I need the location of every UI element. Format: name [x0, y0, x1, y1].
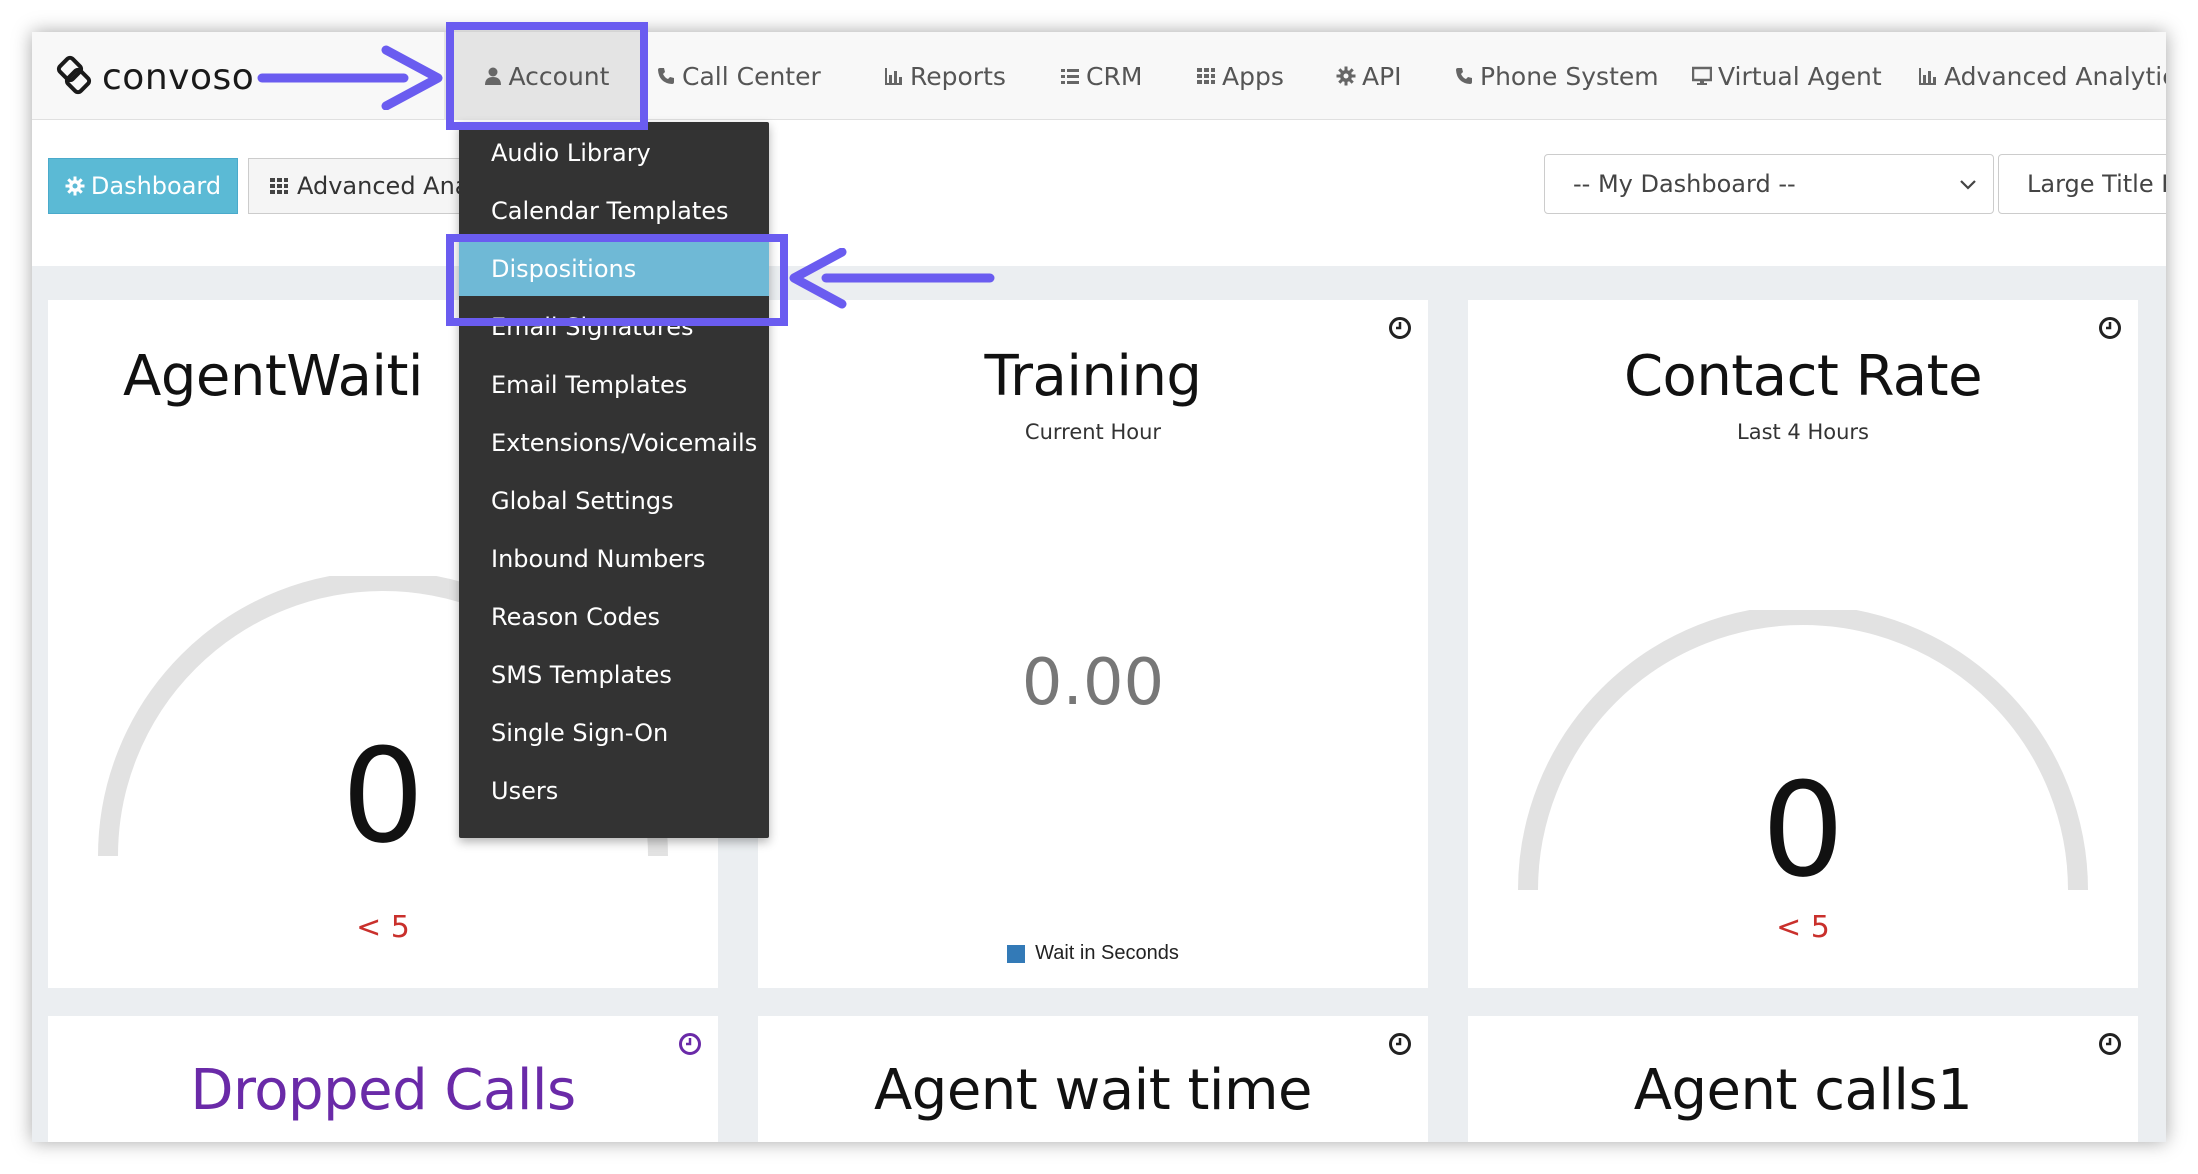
menu-item-audio-library[interactable]: Audio Library — [459, 126, 769, 180]
menu-item-reason-codes[interactable]: Reason Codes — [459, 590, 769, 644]
menu-item-inbound-numbers[interactable]: Inbound Numbers — [459, 532, 769, 586]
nav-crm-label: CRM — [1086, 61, 1143, 91]
nav-phone-system-label: Phone System — [1480, 61, 1659, 91]
gauge-value: 0 — [1761, 754, 1845, 906]
gauge-threshold: < 5 — [1776, 910, 1830, 945]
widget-title: Training — [984, 344, 1202, 409]
widget-title: Agent wait time — [873, 1058, 1313, 1123]
nav-reports-label: Reports — [910, 61, 1006, 91]
grid-icon — [270, 178, 288, 194]
nav-api-label: API — [1362, 61, 1402, 91]
monitor-icon — [1692, 66, 1712, 85]
gauge-threshold: < 5 — [356, 910, 410, 945]
legend-swatch — [1007, 944, 1026, 963]
brand-name: convoso — [102, 56, 255, 98]
legend-label: Wait in Seconds — [1035, 942, 1179, 964]
widget-title: Dropped Calls — [190, 1058, 576, 1123]
widget-title: Contact Rate — [1623, 344, 1983, 409]
brand-logo[interactable]: convoso — [52, 54, 254, 100]
dashboard-toolbar: Dashboard Advanced Anal -- My Dashboard … — [32, 120, 2166, 266]
font-size-select-value: Large Title Fo — [2027, 170, 2166, 198]
nav-apps[interactable]: Apps — [1196, 32, 1284, 120]
clock-icon[interactable] — [2098, 316, 2122, 340]
nav-api[interactable]: API — [1336, 32, 1402, 120]
nav-apps-label: Apps — [1222, 61, 1284, 91]
nav-call-center-label: Call Center — [682, 61, 821, 91]
widget-agent-calls: Agent calls1 — [1468, 1016, 2138, 1142]
clock-icon[interactable] — [1388, 316, 1412, 340]
menu-item-users[interactable]: Users — [459, 764, 769, 818]
nav-call-center[interactable]: Call Center — [656, 32, 821, 120]
nav-phone-system[interactable]: Phone System — [1454, 32, 1659, 120]
clock-icon[interactable] — [678, 1032, 702, 1056]
bar-chart-icon — [1919, 68, 1936, 85]
chevron-down-icon — [1960, 180, 1976, 190]
widget-subtitle: Current Hour — [1024, 420, 1162, 444]
account-dropdown-menu: Audio Library Calendar Templates Disposi… — [459, 122, 769, 838]
widget-agent-wait-time: Agent wait time — [758, 1016, 1428, 1142]
phone-icon — [1456, 68, 1472, 84]
dashboard-select-value: -- My Dashboard -- — [1573, 170, 1796, 198]
dashboard-button-label: Dashboard — [90, 172, 222, 200]
menu-item-calendar-templates[interactable]: Calendar Templates — [459, 184, 769, 238]
nav-advanced-analytics[interactable]: Advanced Analytics — [1918, 32, 2166, 120]
menu-item-sms-templates[interactable]: SMS Templates — [459, 648, 769, 702]
dashboard-button[interactable]: Dashboard — [48, 158, 238, 214]
bar-chart-icon — [885, 68, 902, 85]
clock-icon[interactable] — [2098, 1032, 2122, 1056]
nav-advanced-analytics-label: Advanced Analytics — [1944, 61, 2166, 91]
widget-dropped-calls: Dropped Calls — [48, 1016, 718, 1142]
app-window: convoso Account Call Center Reports CRM … — [32, 32, 2166, 1142]
arrow-right-icon — [257, 45, 443, 110]
menu-item-extensions-voicemails[interactable]: Extensions/Voicemails — [459, 416, 769, 470]
menu-item-single-sign-on[interactable]: Single Sign-On — [459, 706, 769, 760]
menu-item-global-settings[interactable]: Global Settings — [459, 474, 769, 528]
gear-icon — [65, 176, 85, 196]
widget-training: Training Current Hour 0.00 Wait in Secon… — [758, 300, 1428, 988]
dispositions-highlight-box — [446, 234, 788, 326]
metric-value: 0.00 — [1021, 646, 1165, 720]
account-highlight-box — [446, 22, 648, 130]
phone-icon — [658, 68, 674, 84]
nav-crm[interactable]: CRM — [1060, 32, 1142, 120]
widget-contact-rate: Contact Rate Last 4 Hours 0 < 5 — [1468, 300, 2138, 988]
convoso-logo-icon — [56, 55, 92, 95]
advanced-analytics-button[interactable]: Advanced Anal — [248, 158, 488, 214]
widget-title: Agent calls1 — [1633, 1058, 1973, 1123]
menu-item-email-templates[interactable]: Email Templates — [459, 358, 769, 412]
clock-icon[interactable] — [1388, 1032, 1412, 1056]
advanced-analytics-button-label: Advanced Anal — [297, 172, 477, 200]
dashboard-select[interactable]: -- My Dashboard -- — [1544, 154, 1994, 214]
nav-reports[interactable]: Reports — [884, 32, 1006, 120]
font-size-select[interactable]: Large Title Fo — [1998, 154, 2166, 214]
gear-icon — [1336, 66, 1356, 86]
arrow-left-icon — [789, 248, 995, 309]
list-icon — [1061, 69, 1079, 84]
widget-subtitle: Last 4 Hours — [1737, 420, 1869, 444]
nav-virtual-agent-label: Virtual Agent — [1718, 61, 1882, 91]
nav-virtual-agent[interactable]: Virtual Agent — [1692, 32, 1882, 120]
chart-legend: Wait in Seconds — [758, 942, 1428, 965]
grid-icon — [1197, 68, 1215, 84]
